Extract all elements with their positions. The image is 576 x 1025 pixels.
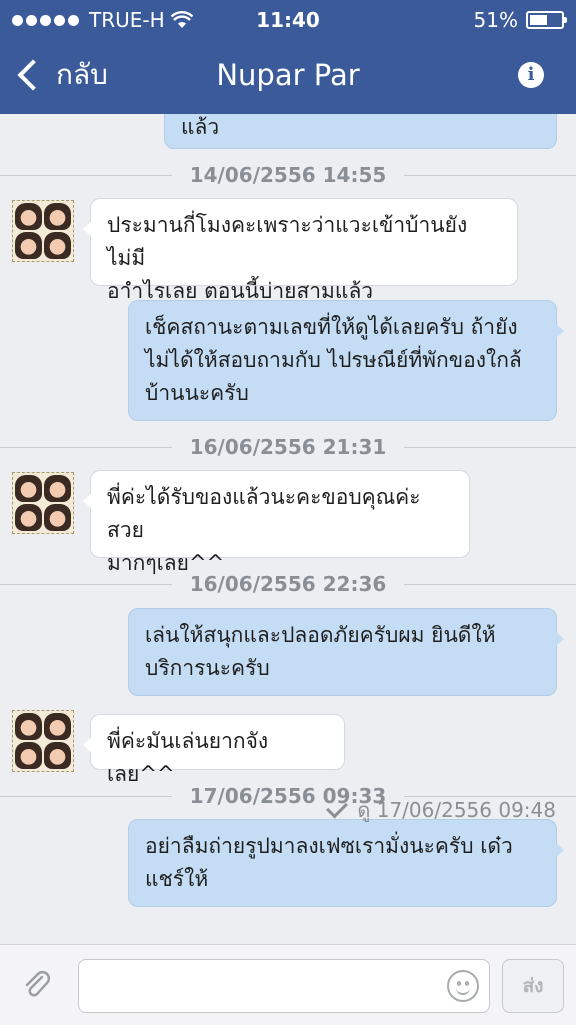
conversation-title: Nupar Par [216,58,360,92]
message-line: เล่นให้สนุกและปลอดภัยครับผม ยินดีให้ [145,623,496,647]
battery-icon [526,11,567,29]
message-text: แล้ว [181,115,220,139]
message-line: เช็คสถานะตามเลขที่ให้ดูได้เลยครับ ถ้ายัง [145,315,518,339]
battery-group: 51% [473,8,567,32]
message-bubble-in: พี่ค่ะได้รับของแล้วนะคะขอบคุณค่ะสวย มากๆ… [83,470,470,575]
composer-bar: ส่ง [0,944,576,1025]
timestamp-separator: 16/06/2556 21:31 [0,432,576,462]
status-bar: TRUE-H 11:40 51% [0,0,576,38]
message-line: อย่าลืมถ่ายรูปมาลงเฟซเรามั่งนะครับ เด๋ว [145,834,513,858]
info-icon[interactable]: i [518,62,544,88]
timestamp-label: 16/06/2556 21:31 [171,435,405,459]
message-bubble-in: ประมานกี่โมงคะเพราะว่าแวะเข้าบ้านยังไม่ม… [83,198,518,303]
message-line: พี่ค่ะได้รับของแล้วนะคะขอบคุณค่ะสวย [107,485,421,542]
message-bubble-out: เล่นให้สนุกและปลอดภัยครับผม ยินดีให้ บริ… [128,608,564,696]
timestamp-separator: 16/06/2556 22:36 [0,569,576,599]
message-bubble-out: เช็คสถานะตามเลขที่ให้ดูได้เลยครับ ถ้ายัง… [128,300,564,421]
timestamp-label: 16/06/2556 22:36 [171,572,405,596]
message-bubble-in: พี่ค่ะมันเล่นยากจังเลย^^ [83,714,345,786]
message-bubble-out: อย่าลืมถ่ายรูปมาลงเฟซเรามั่งนะครับ เด๋ว … [128,819,564,907]
battery-percent: 51% [473,8,518,32]
message-line: บริการนะครับ [145,656,270,680]
send-button[interactable]: ส่ง [502,959,564,1013]
message-line: ประมานกี่โมงคะเพราะว่าแวะเข้าบ้านยังไม่ม… [107,213,468,270]
smiley-icon[interactable] [447,970,479,1002]
seen-status-text: ดู 17/06/2556 09:48 [357,798,556,822]
message-line: แชร์ให้ [145,867,209,891]
seen-status: ดู 17/06/2556 09:48 [326,794,556,826]
timestamp-separator: 14/06/2556 14:55 [0,160,576,190]
avatar[interactable] [12,710,74,772]
message-line: ไม่ได้ให้สอบถามกับ ไปรษณีย์ที่พักของใกล้ [145,348,522,372]
message-input[interactable] [78,959,490,1013]
message-line: บ้านนะครับ [145,381,249,405]
paperclip-icon[interactable] [22,969,52,999]
avatar[interactable] [12,200,74,262]
nav-bar: กลับ Nupar Par i [0,38,576,114]
message-bubble-out: แล้ว [164,114,557,149]
timestamp-label: 14/06/2556 14:55 [171,163,405,187]
avatar[interactable] [12,472,74,534]
